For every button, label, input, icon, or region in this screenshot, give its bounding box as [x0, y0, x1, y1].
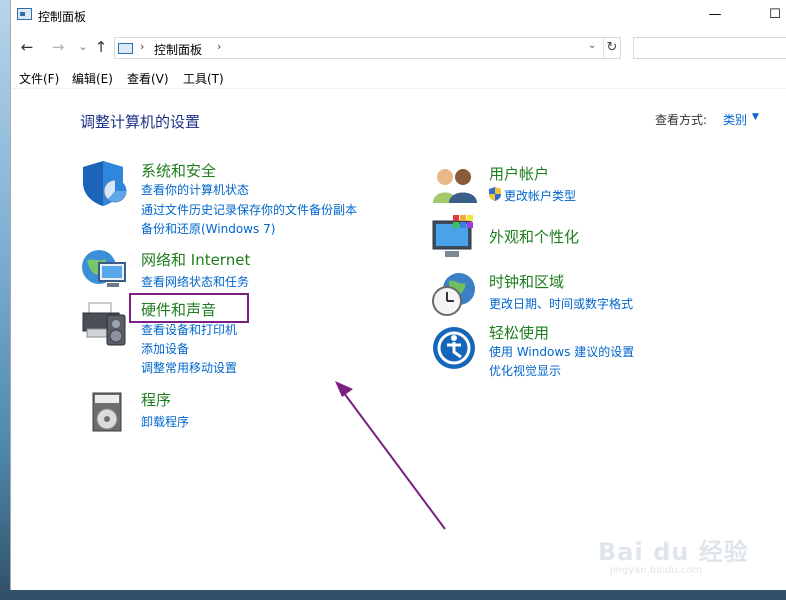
title-bar[interactable]: 控制面板 — ☐: [11, 0, 786, 30]
ease-of-access-icon: [433, 327, 475, 369]
link-view-computer-status[interactable]: 查看你的计算机状态: [141, 181, 249, 198]
link-uninstall-program[interactable]: 卸载程序: [141, 413, 189, 430]
category-title[interactable]: 用户帐户: [489, 165, 549, 183]
breadcrumb-control-panel[interactable]: 控制面板: [154, 41, 202, 58]
view-by-dropdown[interactable]: 类别: [723, 111, 747, 128]
uac-shield-icon: [489, 187, 501, 201]
page-title: 调整计算机的设置: [80, 113, 201, 131]
address-bar[interactable]: › 控制面板 › ⌄ ↻: [114, 37, 621, 59]
menu-view[interactable]: 查看(V): [127, 70, 169, 87]
highlight-box: [129, 293, 249, 323]
programs-disc-icon: [92, 392, 122, 432]
users-icon: [433, 169, 477, 203]
link-add-device[interactable]: 添加设备: [141, 340, 189, 357]
search-box[interactable]: [633, 37, 786, 59]
link-windows-recommended-settings[interactable]: 使用 Windows 建议的设置: [489, 343, 634, 360]
category-programs[interactable]: 程序: [141, 389, 171, 410]
link-devices-printers[interactable]: 查看设备和打印机: [141, 321, 237, 338]
shield-icon: [83, 161, 127, 206]
baidu-watermark: Bai du 经验: [598, 538, 749, 566]
recent-locations-chevron-icon[interactable]: ⌄: [73, 37, 93, 57]
forward-arrow-icon[interactable]: →: [48, 37, 68, 57]
category-title[interactable]: 外观和个性化: [489, 228, 579, 246]
refresh-icon[interactable]: ↻: [603, 38, 620, 58]
printer-speaker-icon: [82, 302, 126, 346]
address-dropdown-icon[interactable]: ⌄: [588, 40, 596, 51]
link-file-history-backup[interactable]: 通过文件历史记录保存你的文件备份副本: [141, 201, 357, 218]
menu-edit[interactable]: 编辑(E): [72, 70, 113, 87]
maximize-button[interactable]: ☐: [763, 6, 786, 26]
menu-tools[interactable]: 工具(T): [183, 70, 224, 87]
view-by-dropdown-arrow-icon[interactable]: ▼: [752, 112, 759, 122]
baidu-watermark-url: jingyan.baidu.com: [610, 565, 703, 576]
minimize-button[interactable]: —: [703, 6, 727, 26]
control-panel-icon: [118, 43, 133, 54]
category-clock-region[interactable]: 时钟和区域: [489, 271, 564, 292]
breadcrumb-chevron-icon[interactable]: ›: [217, 40, 221, 53]
category-system-security[interactable]: 系统和安全: [141, 160, 216, 181]
up-arrow-icon[interactable]: ↑: [91, 37, 111, 57]
category-title[interactable]: 系统和安全: [141, 162, 216, 180]
control-panel-app-icon: [17, 8, 32, 20]
category-network-internet[interactable]: 网络和 Internet: [141, 249, 250, 270]
category-ease-of-access[interactable]: 轻松使用: [489, 322, 549, 343]
back-arrow-icon[interactable]: ←: [17, 37, 37, 57]
control-panel-window: 控制面板 — ☐ ← → ⌄ ↑ › 控制面板 › ⌄ ↻ 文件(F) 编辑(E…: [10, 0, 786, 590]
link-change-account-type[interactable]: 更改帐户类型: [504, 187, 576, 204]
window-title: 控制面板: [38, 10, 87, 24]
link-optimize-visual-display[interactable]: 优化视觉显示: [489, 362, 561, 379]
network-globe-icon: [82, 250, 126, 287]
monitor-palette-icon: [432, 215, 473, 257]
category-title[interactable]: 网络和 Internet: [141, 251, 250, 269]
category-user-accounts[interactable]: 用户帐户: [489, 163, 549, 184]
link-change-date-time-format[interactable]: 更改日期、时间或数字格式: [489, 295, 633, 312]
clock-globe-icon: [432, 273, 475, 316]
link-mobility-settings[interactable]: 调整常用移动设置: [141, 359, 237, 376]
category-title[interactable]: 轻松使用: [489, 324, 549, 342]
menu-file[interactable]: 文件(F): [19, 70, 59, 87]
view-by-label: 查看方式:: [655, 113, 708, 127]
category-appearance-personalization[interactable]: 外观和个性化: [489, 226, 579, 247]
breadcrumb-separator-icon: ›: [140, 40, 145, 53]
menu-bar: 文件(F) 编辑(E) 查看(V) 工具(T): [11, 68, 786, 89]
link-network-status[interactable]: 查看网络状态和任务: [141, 273, 249, 290]
content-area: 调整计算机的设置 查看方式: 类别 ▼ 系统和安全 查看你的计算机状态 通过文件…: [11, 89, 786, 590]
category-title[interactable]: 程序: [141, 391, 171, 409]
link-backup-restore[interactable]: 备份和还原(Windows 7): [141, 220, 275, 237]
navigation-bar: ← → ⌄ ↑ › 控制面板 › ⌄ ↻: [11, 34, 786, 60]
category-title[interactable]: 时钟和区域: [489, 273, 564, 291]
